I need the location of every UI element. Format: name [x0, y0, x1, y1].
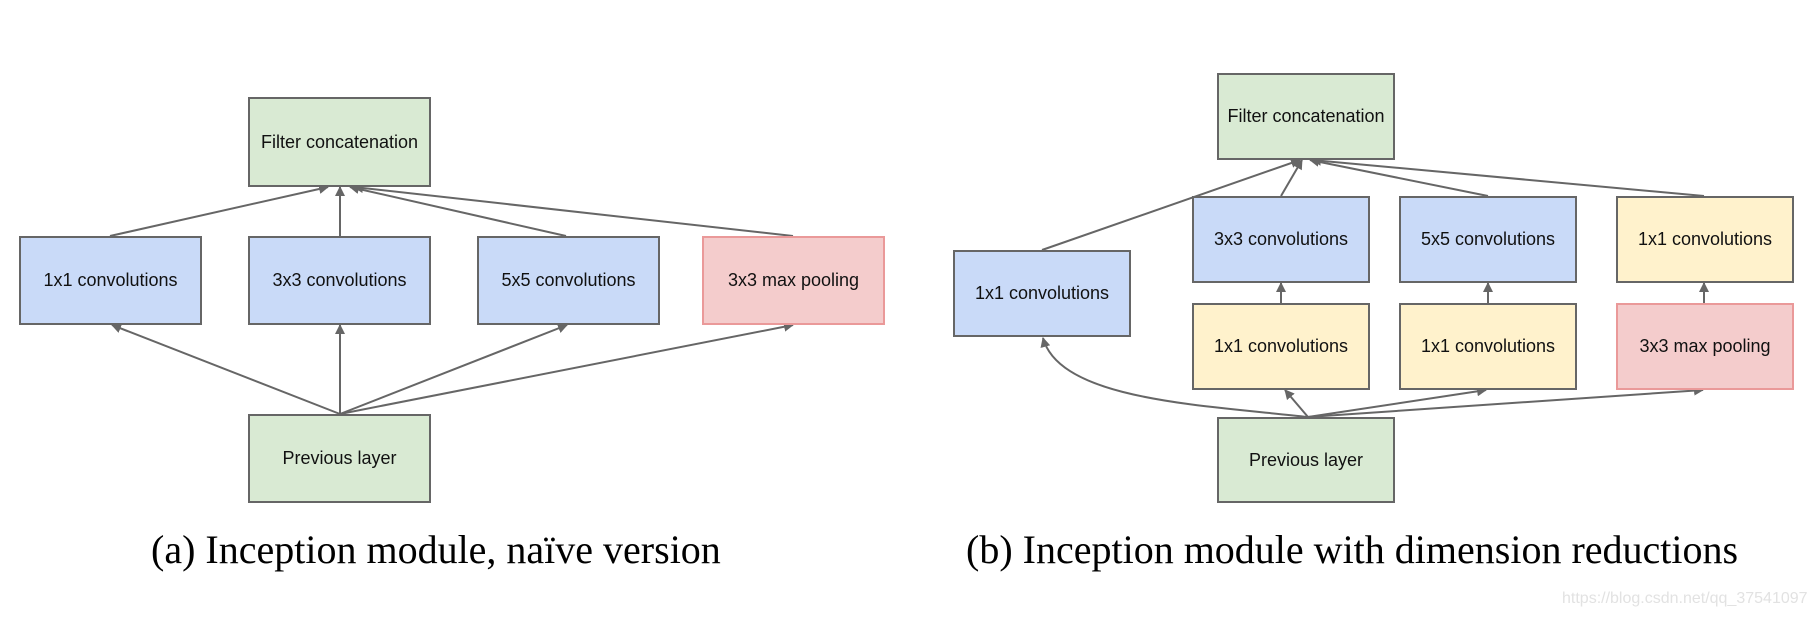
b-reduce-3x3-label: 1x1 convolutions — [1213, 336, 1349, 356]
edge-b-prev-to-reduce5 — [1307, 386, 1487, 418]
b-caption: (b) Inception module with dimension redu… — [966, 527, 1739, 572]
b-previous-layer-label: Previous layer — [1248, 449, 1364, 470]
edge-a-5x5-to-concat — [349, 184, 567, 237]
b-filter-concat-label: Filter concatenation — [1227, 106, 1385, 126]
a-maxpool-node: 3x3 max pooling — [702, 236, 885, 325]
b-maxpool-node: 3x3 max pooling — [1616, 303, 1794, 390]
b-conv1x1-node: 1x1 convolutions — [953, 250, 1131, 337]
b-conv3x3-node: 3x3 convolutions — [1192, 196, 1370, 283]
a-conv5x5-node: 5x5 convolutions — [477, 236, 660, 325]
b-reduce-3x3-node: 1x1 convolutions — [1192, 303, 1370, 390]
edge-b-prev-to-reduce3 — [1284, 389, 1309, 418]
b-previous-layer-node: Previous layer — [1217, 417, 1395, 503]
a-conv1x1-node: 1x1 convolutions — [19, 236, 202, 325]
a-conv3x3-label: 3x3 convolutions — [272, 270, 407, 290]
edge-b-prev-to-pool — [1307, 385, 1704, 418]
a-filter-concat-node: Filter concatenation — [248, 97, 431, 187]
b-pool-projection-label: 1x1 convolutions — [1637, 229, 1773, 249]
a-caption: (a) Inception module, naïve version — [151, 527, 721, 572]
edge-a-1x1-to-concat — [109, 184, 329, 237]
b-conv5x5-node: 5x5 convolutions — [1399, 196, 1577, 283]
a-conv5x5-label: 5x5 convolutions — [501, 270, 636, 290]
edge-b-5x5-to-concat — [1309, 156, 1489, 197]
b-conv5x5-label: 5x5 convolutions — [1420, 229, 1556, 249]
a-previous-layer-label: Previous layer — [282, 448, 397, 468]
b-reduce-5x5-node: 1x1 convolutions — [1399, 303, 1577, 390]
a-filter-concat-label: Filter concatenation — [260, 131, 419, 152]
a-conv3x3-node: 3x3 convolutions — [248, 236, 431, 325]
edge-b-poolproj-to-concat — [1311, 155, 1705, 197]
b-filter-concat-node: Filter concatenation — [1217, 73, 1395, 160]
b-pool-projection-node: 1x1 convolutions — [1616, 196, 1794, 283]
inception-figure: Filter concatenation 1x1 convolutions 3x… — [0, 0, 1814, 617]
edge-a-pool-to-concat — [353, 183, 794, 237]
b-maxpool-label: 3x3 max pooling — [1639, 336, 1771, 356]
b-conv1x1-label: 1x1 convolutions — [974, 283, 1110, 303]
edge-a-prev-to-1x1 — [111, 323, 341, 415]
edge-a-prev-to-pool — [339, 321, 794, 415]
a-maxpool-label: 3x3 max pooling — [727, 270, 860, 290]
a-previous-layer-node: Previous layer — [248, 414, 431, 503]
a-conv1x1-label: 1x1 convolutions — [43, 270, 178, 290]
b-reduce-5x5-label: 1x1 convolutions — [1420, 336, 1556, 356]
b-conv3x3-label: 3x3 convolutions — [1213, 229, 1349, 249]
watermark-text: https://blog.csdn.net/qq_37541097 — [1562, 590, 1808, 607]
edge-a-prev-to-5x5 — [339, 323, 568, 415]
